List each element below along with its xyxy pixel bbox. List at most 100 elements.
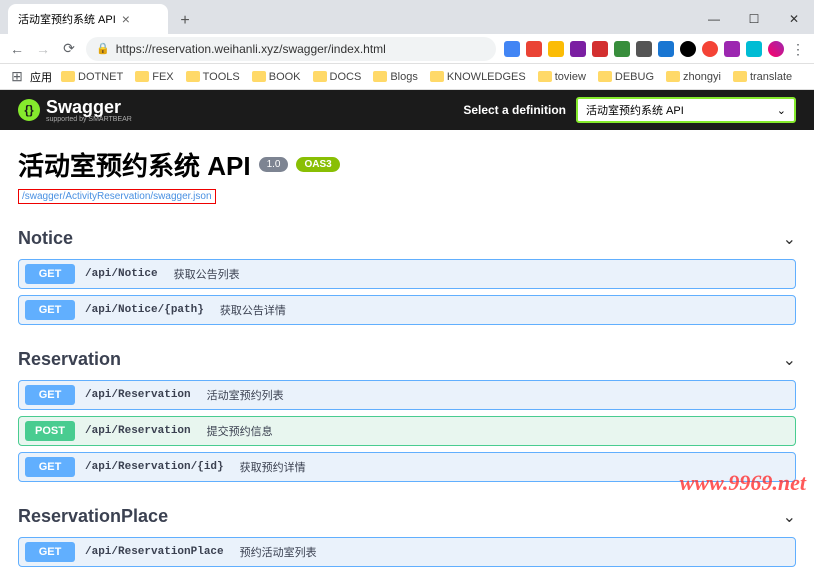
bookmark-label: DEBUG — [615, 71, 654, 83]
bookmark-item[interactable]: BOOK — [247, 69, 306, 85]
folder-icon — [186, 71, 200, 82]
swagger-brand: Swagger — [46, 97, 132, 118]
apps-label[interactable]: 应用 — [30, 69, 52, 85]
method-badge: GET — [25, 457, 75, 477]
browser-tab[interactable]: 活动室预约系统 API × — [8, 4, 168, 34]
method-badge: GET — [25, 300, 75, 320]
window-controls: — ☐ ✕ — [694, 4, 814, 34]
chevron-down-icon: ⌄ — [777, 104, 786, 117]
bookmark-item[interactable]: DOTNET — [56, 69, 128, 85]
operation-row[interactable]: POST/api/Reservation提交预约信息 — [18, 416, 796, 446]
ext-icon[interactable] — [614, 41, 630, 57]
folder-icon — [61, 71, 75, 82]
ext-icon[interactable] — [702, 41, 718, 57]
bookmark-item[interactable]: FEX — [130, 69, 178, 85]
api-title-text: 活动室预约系统 API — [18, 146, 251, 183]
definition-label: Select a definition — [463, 103, 566, 117]
operation-row[interactable]: GET/api/ReservationPlace预约活动室列表 — [18, 537, 796, 567]
operation-path: /api/Reservation — [85, 425, 191, 437]
oas-badge: OAS3 — [296, 157, 339, 172]
menu-icon[interactable]: ⋮ — [790, 41, 806, 57]
bookmark-item[interactable]: zhongyi — [661, 69, 726, 85]
section-header[interactable]: Notice ⌄ — [18, 224, 796, 253]
operation-row[interactable]: GET/api/Notice/{path} 获取公告详情 — [18, 295, 796, 325]
bookmark-label: KNOWLEDGES — [447, 71, 526, 83]
swagger-sub: supported by SMARTBEAR — [46, 116, 132, 123]
swagger-logo: {} Swagger supported by SMARTBEAR — [18, 97, 132, 123]
extensions: ⋮ — [504, 41, 806, 57]
folder-icon — [373, 71, 387, 82]
ext-icon[interactable] — [680, 41, 696, 57]
minimize-button[interactable]: — — [694, 4, 734, 34]
method-badge: GET — [25, 385, 75, 405]
forward-icon[interactable]: → — [34, 41, 52, 57]
bookmark-item[interactable]: KNOWLEDGES — [425, 69, 531, 85]
ext-icon[interactable] — [592, 41, 608, 57]
operation-path: /api/ReservationPlace — [85, 546, 224, 558]
folder-icon — [430, 71, 444, 82]
ext-icon[interactable] — [746, 41, 762, 57]
ext-icon[interactable] — [548, 41, 564, 57]
browser-titlebar: 活动室预约系统 API × + — ☐ ✕ — [0, 0, 814, 34]
bookmark-label: FEX — [152, 71, 173, 83]
operation-summary: 获取预约详情 — [240, 459, 306, 475]
folder-icon — [598, 71, 612, 82]
operation-summary: 获取公告详情 — [220, 302, 286, 318]
section-header[interactable]: ReservationPlace⌄ — [18, 502, 796, 531]
bookmark-label: toview — [555, 71, 586, 83]
api-section: Reservation⌄ GET/api/Reservation 活动室预约列表 PO… — [18, 345, 796, 482]
section-name: Notice — [18, 228, 73, 249]
operation-path: /api/Reservation — [85, 389, 191, 401]
close-icon[interactable]: × — [122, 11, 130, 27]
bookmark-label: Blogs — [390, 71, 418, 83]
bookmark-label: TOOLS — [203, 71, 240, 83]
folder-icon — [538, 71, 552, 82]
chevron-down-icon: ⌄ — [783, 229, 796, 249]
bookmark-item[interactable]: translate — [728, 69, 797, 85]
bookmarks-bar: ⊞ 应用 DOTNET FEX TOOLS BOOK DOCS Blogs KNOWLEDG… — [0, 64, 814, 90]
operation-row[interactable]: GET/api/Reservation 活动室预约列表 — [18, 380, 796, 410]
ext-icon[interactable] — [658, 41, 674, 57]
ext-icon[interactable] — [636, 41, 652, 57]
swagger-content: 活动室预约系统 API 1.0 OAS3 /swagger/ActivityRe… — [0, 130, 814, 583]
folder-icon — [733, 71, 747, 82]
bookmark-item[interactable]: toview — [533, 69, 591, 85]
ext-icon[interactable] — [724, 41, 740, 57]
back-icon[interactable]: ← — [8, 41, 26, 57]
lock-icon: 🔒 — [96, 42, 110, 55]
section-header[interactable]: Reservation⌄ — [18, 345, 796, 374]
close-button[interactable]: ✕ — [774, 4, 814, 34]
folder-icon — [666, 71, 680, 82]
apps-icon[interactable]: ⊞ — [8, 68, 26, 85]
method-badge: GET — [25, 542, 75, 562]
tab-title: 活动室预约系统 API — [18, 11, 116, 27]
ext-icon[interactable] — [504, 41, 520, 57]
swagger-json-link[interactable]: /swagger/ActivityReservation/swagger.jso… — [18, 189, 216, 204]
ext-icon[interactable] — [526, 41, 542, 57]
version-badge: 1.0 — [259, 157, 289, 172]
bookmark-item[interactable]: DOCS — [308, 69, 367, 85]
bookmark-label: DOCS — [330, 71, 362, 83]
operation-row[interactable]: GET/api/Notice获取公告列表 — [18, 259, 796, 289]
bookmark-label: translate — [750, 71, 792, 83]
maximize-button[interactable]: ☐ — [734, 4, 774, 34]
operation-summary: 活动室预约列表 — [207, 387, 284, 403]
url-input[interactable]: 🔒 https://reservation.weihanli.xyz/swagg… — [86, 37, 496, 61]
definition-value: 活动室预约系统 API — [586, 102, 684, 118]
folder-icon — [313, 71, 327, 82]
reload-icon[interactable]: ⟳ — [60, 40, 78, 57]
definition-select[interactable]: 活动室预约系统 API ⌄ — [576, 97, 796, 123]
bookmark-item[interactable]: TOOLS — [181, 69, 245, 85]
operation-path: /api/Notice/{path} — [85, 304, 204, 316]
section-name: ReservationPlace — [18, 506, 168, 527]
operation-summary: 获取公告列表 — [174, 266, 240, 282]
api-title: 活动室预约系统 API 1.0 OAS3 — [18, 146, 796, 183]
ext-icon[interactable] — [570, 41, 586, 57]
bookmark-item[interactable]: DEBUG — [593, 69, 659, 85]
new-tab-button[interactable]: + — [172, 8, 198, 34]
bookmark-item[interactable]: Blogs — [368, 69, 423, 85]
avatar[interactable] — [768, 41, 784, 57]
folder-icon — [252, 71, 266, 82]
operation-path: /api/Notice — [85, 268, 158, 280]
folder-icon — [135, 71, 149, 82]
